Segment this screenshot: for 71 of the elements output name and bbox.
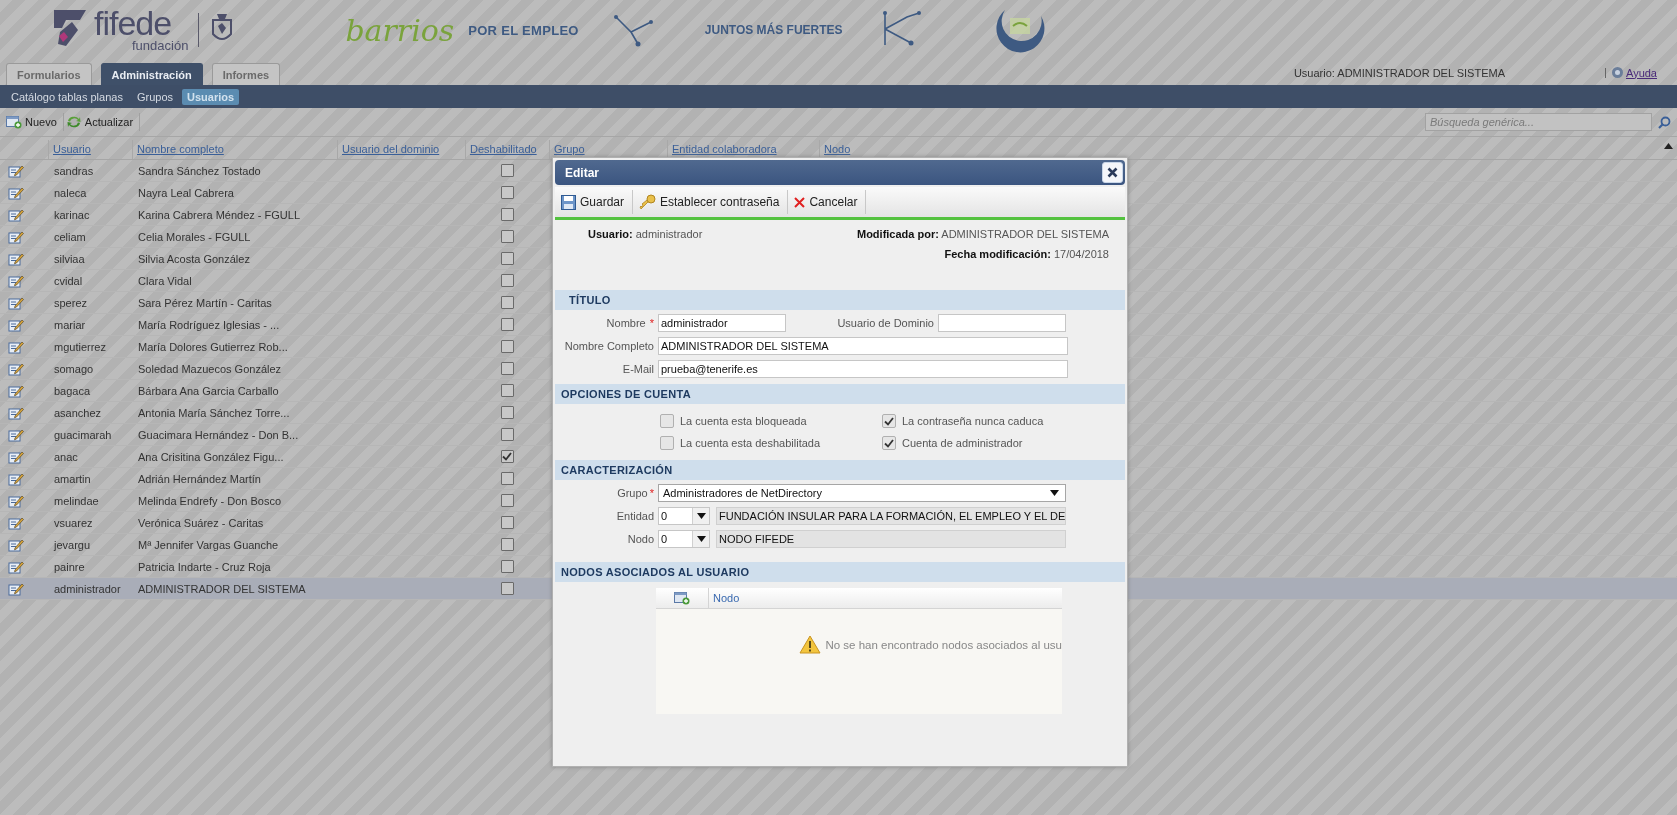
table-cell-text: anac [53,450,79,463]
table-cell-text: Mª Jennifer Vargas Guanche [137,538,280,551]
table-cell-text: mariar [53,318,87,331]
table-cell-text: Soledad Mazuecos González [137,362,283,375]
table-cell-text: Melinda Endrefy - Don Bosco [137,494,283,507]
info-label: Fecha modificación: [944,248,1051,260]
dialog-title: Editar [565,165,599,180]
table-cell-text: sandras [53,164,95,177]
table-cell-text: painre [53,560,86,573]
node-name-field: NODO FIFEDE [716,530,1066,548]
table-cell-text: Antonia María Sánchez Torre... [137,406,291,419]
info-value: 17/04/2018 [1053,248,1109,260]
field-label: E-Mail [621,363,655,375]
table-cell-text: Ana Crisitina González Figu... [137,450,285,463]
table-cell-text: jevargu [52,538,92,551]
table-cell-text: somago [53,362,95,375]
field-label: Nodo [626,533,655,545]
table-cell-text: ADMINISTRADOR DEL SISTEMA [137,582,307,595]
table-cell-text: Clara Vidal [137,274,193,287]
table-cell-text: Sara Pérez Martín - Caritas [137,296,273,309]
table-cell-text: Nayra Leal Cabrera [137,186,235,199]
table-cell-text: Adrián Hernández Martín [137,472,262,485]
table-cell-text: Sandra Sánchez Tostado [137,164,262,177]
table-cell-text: melindae [53,494,100,507]
info-value: administrador [635,228,703,240]
table-cell-text: karinac [53,208,91,221]
table-cell-text: Bárbara Ana Garcia Carballo [137,384,280,397]
option-label: Cuenta de administrador [902,437,1023,449]
field-label: Entidad [615,510,655,522]
table-cell-text: vsuarez [53,516,94,529]
logo-title: fifede [94,7,172,38]
table-cell-text: Verónica Suárez - Caritas [137,516,265,529]
user-label: Usuario: ADMINISTRADOR DEL SISTEMA [1293,66,1505,79]
field-label: Nombre Completo [563,340,655,352]
table-cell-text: silviaa [53,252,86,265]
field-label: Nombre * [605,317,655,329]
table-cell-text: guacimarah [53,428,113,441]
option-label: La contraseña nunca caduca [902,415,1044,427]
info-label: Modificada por: [857,228,939,240]
table-cell-text: sperez [53,296,89,309]
info-label: Usuario: [588,228,633,240]
table-cell-text: María Dolores Gutierrez Rob... [137,340,289,353]
option-label: La cuenta esta deshabilitada [680,437,821,449]
table-cell-text: celiam [53,230,87,243]
table-cell-text: Silvia Acosta González [137,252,251,265]
table-cell-text: naleca [53,186,88,199]
section-header: CARACTERIZACIÓN [555,460,1125,480]
table-cell-text: administrador [53,582,122,595]
table-cell-text: Karina Cabrera Méndez - FGULL [137,208,301,221]
table-cell-text: cvidal [53,274,84,287]
field-label: Usuario de Dominio [836,317,935,329]
campaign-logo: barrios [345,12,455,48]
table-cell-text: María Rodríguez Iglesias - ... [137,318,281,331]
table-cell-text: Patricia Indarte - Cruz Roja [137,560,272,573]
table-cell-text: bagaca [53,384,92,397]
campaign-motto: JUNTOS MÁS FUERTES [704,23,843,37]
section-header: TÍTULO [555,290,1125,310]
table-cell-text: asanchez [53,406,103,419]
logo-subtitle: fundación [131,37,189,53]
table-cell-text: Guacimara Hernández - Don B... [137,428,300,441]
empty-message: No se han encontrado nodos asociados al usu [825,638,1062,651]
table-cell-text: mgutierrez [53,340,107,353]
info-value: ADMINISTRADOR DEL SISTEMA [941,228,1109,240]
table-cell-text: amartin [53,472,92,485]
section-header: OPCIONES DE CUENTA [555,384,1125,404]
field-label: Grupo * [616,487,655,499]
option-label: La cuenta esta bloqueada [680,415,807,427]
campaign-tagline: POR EL EMPLEO [468,22,579,38]
entity-name-field: FUNDACIÓN INSULAR PARA LA FORMACIÓN, EL EMPLEO Y EL DE [716,507,1066,525]
table-cell-text: Celia Morales - FGULL [137,230,252,243]
section-header: NODOS ASOCIADOS AL USUARIO [555,562,1125,582]
